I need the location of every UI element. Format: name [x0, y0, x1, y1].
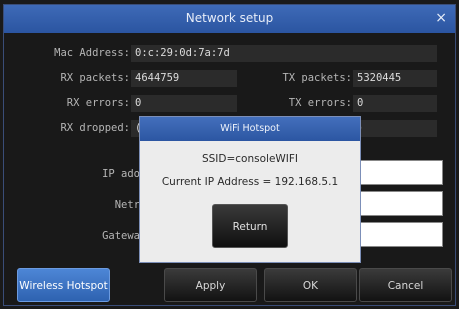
rx-dropped-label: RX dropped: [60, 122, 130, 134]
apply-button[interactable]: Apply [164, 268, 257, 302]
rx-errors-label: RX errors: [66, 97, 130, 109]
wireless-hotspot-button[interactable]: Wireless Hotspot [17, 268, 110, 302]
gateway-label: Gatewa [102, 230, 140, 242]
window-title: Network setup [185, 11, 274, 25]
mac-address-label: Mac Address: [54, 47, 130, 59]
return-button[interactable]: Return [212, 204, 288, 248]
tx-dropped-value: ) [353, 120, 437, 137]
dialog-title: WiFi Hotspot [140, 117, 360, 141]
gateway-input[interactable] [357, 222, 443, 247]
ip-address-label: IP ado [102, 168, 140, 180]
title-bar: Network setup × [4, 5, 455, 33]
network-setup-window: Network setup × Mac Address: 0:c:29:0d:7… [3, 4, 456, 306]
wifi-hotspot-dialog: WiFi Hotspot SSID=consoleWIFI Current IP… [139, 116, 361, 263]
close-icon[interactable]: × [435, 10, 447, 26]
current-ip-text: Current IP Address = 192.168.5.1 [161, 176, 339, 188]
ssid-text: SSID=consoleWIFI [201, 153, 299, 165]
rx-errors-value: 0 [131, 95, 237, 112]
rx-packets-label: RX packets: [60, 72, 130, 84]
tx-packets-label: TX packets: [282, 72, 352, 84]
tx-packets-value: 5320445 [353, 70, 437, 87]
tx-errors-value: 0 [353, 95, 437, 112]
ok-button[interactable]: OK [264, 268, 357, 302]
tx-errors-label: TX errors: [288, 97, 352, 109]
ip-address-input[interactable] [357, 160, 443, 185]
cancel-button[interactable]: Cancel [359, 268, 452, 302]
netmask-label: Netr [114, 199, 140, 211]
netmask-input[interactable] [357, 191, 443, 216]
rx-packets-value: 4644759 [131, 70, 237, 87]
mac-address-value: 0:c:29:0d:7a:7d [131, 45, 437, 62]
